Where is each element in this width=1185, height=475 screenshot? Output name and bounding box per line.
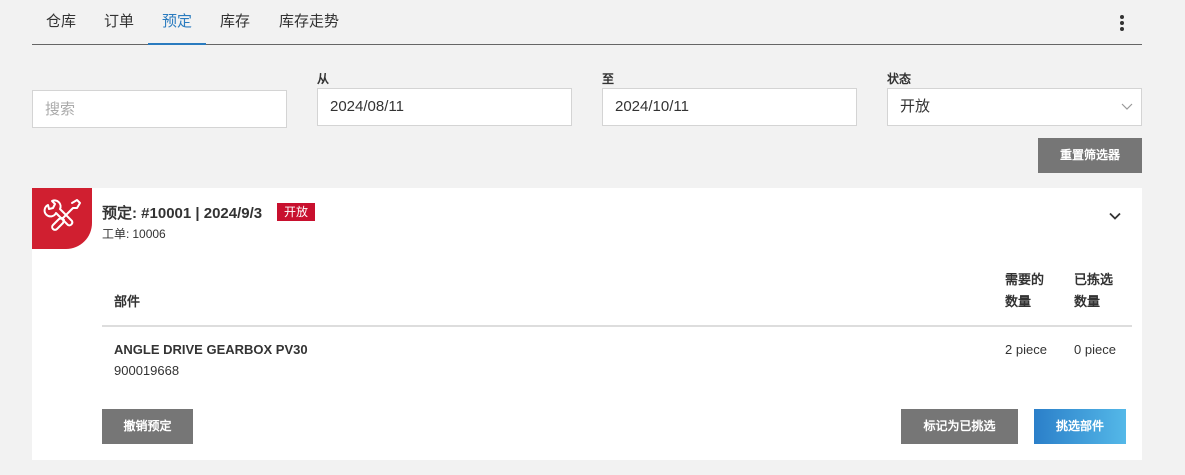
pick-parts-button[interactable]: 挑选部件 [1034, 409, 1126, 444]
to-date-field[interactable]: 2024/10/11 [602, 88, 857, 126]
column-header-part: 部件 [114, 294, 141, 309]
cancel-reservation-button[interactable]: 撤销预定 [102, 409, 193, 444]
from-date-field[interactable]: 2024/08/11 [317, 88, 572, 126]
part-number: 900019668 [114, 363, 180, 378]
chevron-down-icon [1121, 103, 1133, 110]
tab-warehouse[interactable]: 仓库 [32, 0, 90, 44]
status-select[interactable]: 开放 [887, 88, 1142, 126]
search-input[interactable] [32, 90, 287, 128]
table-header-divider [102, 325, 1132, 327]
mark-as-picked-button[interactable]: 标记为已挑选 [901, 409, 1018, 444]
status-label: 状态 [887, 72, 912, 86]
more-vertical-icon[interactable] [1114, 14, 1130, 32]
column-header-required-line1: 需要的 [1005, 272, 1045, 287]
tools-icon [32, 188, 92, 249]
status-select-value: 开放 [900, 98, 931, 115]
column-header-required: 需要的 数量 [1005, 269, 1044, 313]
reservation-card: 预定: #10001 | 2024/9/3 开放 工单: 10006 部件 需要的… [32, 188, 1142, 460]
reservation-title: 预定: #10001 | 2024/9/3 [102, 205, 263, 222]
column-header-picked-line1: 已拣选 [1074, 272, 1114, 287]
part-name: ANGLE DRIVE GEARBOX PV30 [114, 342, 308, 357]
tab-bar: 仓库 订单 预定 库存 库存走势 [32, 0, 1142, 45]
required-quantity: 2 piece [1005, 342, 1047, 357]
work-order-value: 10006 [132, 227, 166, 241]
tab-stock[interactable]: 库存 [206, 0, 264, 44]
picked-quantity: 0 piece [1074, 342, 1116, 357]
tab-orders[interactable]: 订单 [90, 0, 148, 44]
to-label: 至 [602, 72, 615, 86]
column-header-picked-line2: 数量 [1074, 294, 1101, 309]
tab-stock-trend[interactable]: 库存走势 [264, 0, 354, 44]
column-header-picked: 已拣选 数量 [1074, 269, 1113, 313]
work-order-label: 工单: [102, 227, 130, 241]
column-header-required-line2: 数量 [1005, 294, 1032, 309]
from-label: 从 [317, 72, 330, 86]
reset-filters-button[interactable]: 重置筛选器 [1038, 138, 1142, 173]
tab-reservations[interactable]: 预定 [148, 0, 206, 45]
chevron-down-icon[interactable] [1108, 209, 1122, 223]
status-badge: 开放 [277, 203, 316, 221]
work-order: 工单: 10006 [102, 225, 166, 242]
